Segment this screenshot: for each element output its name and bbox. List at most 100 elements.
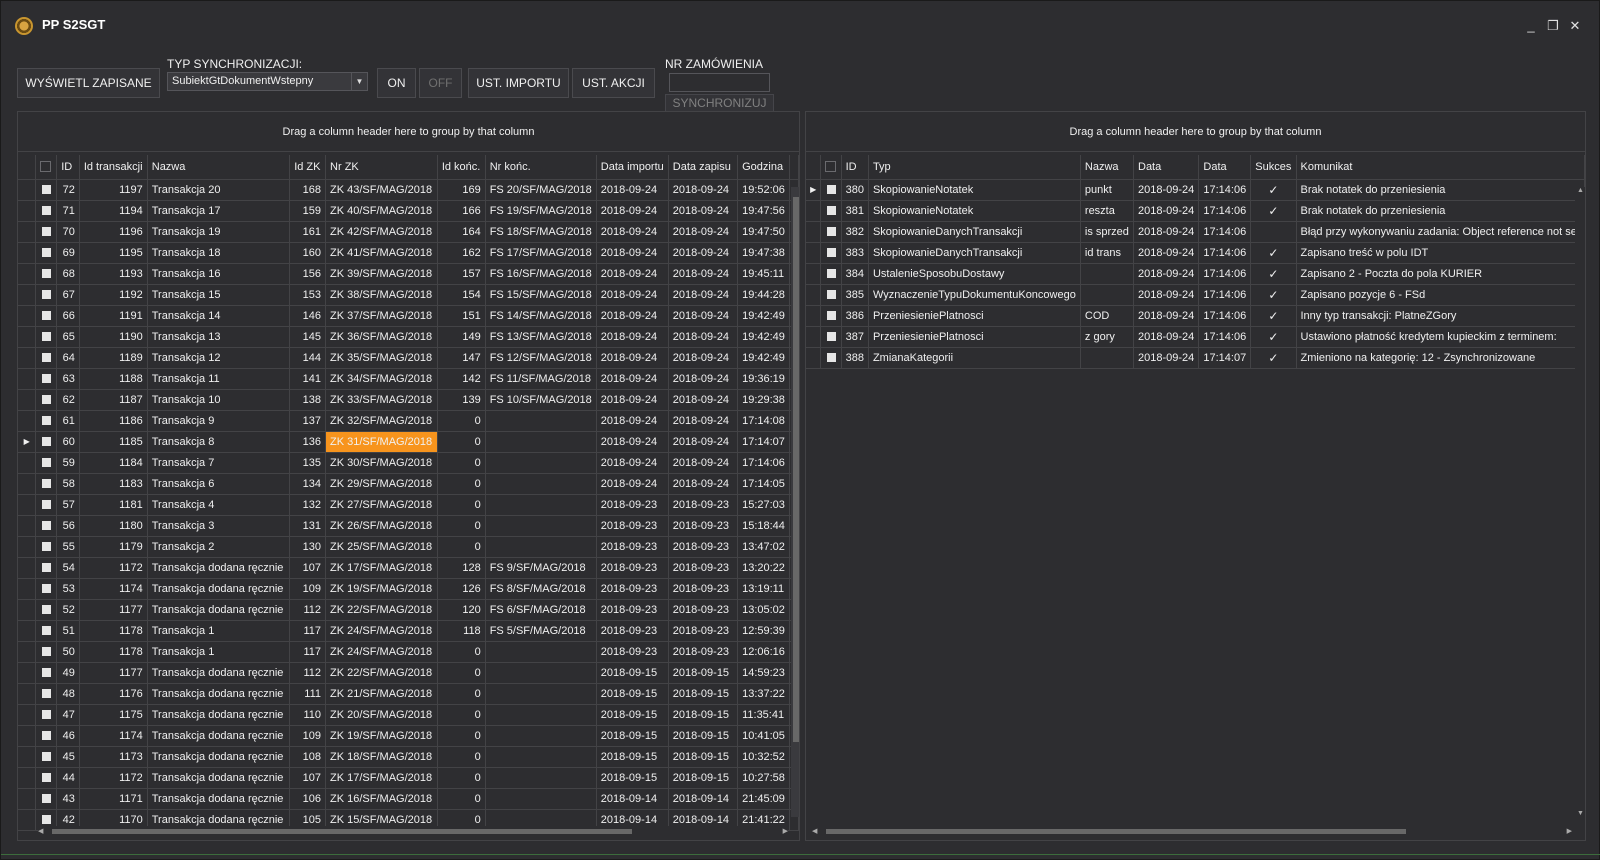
table-row[interactable]: 58 1183 Transakcja 6 134 ZK 29/SF/MAG/2018 0 2… [18, 473, 799, 495]
row-checkbox[interactable] [35, 641, 58, 663]
table-row[interactable]: 388 ZmianaKategorii 2018-09-24 17:14:07 ✓ Zmi… [806, 347, 1585, 369]
column-header[interactable]: Id ZK [289, 155, 327, 180]
row-checkbox[interactable] [35, 725, 58, 747]
scroll-left-icon[interactable]: ◀ [812, 827, 817, 835]
row-checkbox[interactable] [35, 536, 58, 558]
title-bar[interactable]: PP S2SGT _ ❐ ✕ [1, 1, 1599, 51]
table-row[interactable]: ▶ 60 1185 Transakcja 8 136 ZK 31/SF/MAG/2018 0… [18, 431, 799, 453]
row-checkbox[interactable] [820, 221, 842, 243]
row-checkbox[interactable] [35, 221, 58, 243]
row-checkbox[interactable] [35, 473, 58, 495]
table-row[interactable]: 385 WyznaczenieTypuDokumentuKoncowego 2018… [806, 284, 1585, 306]
row-checkbox[interactable] [35, 704, 58, 726]
table-row[interactable]: 51 1178 Transakcja 1 117 ZK 24/SF/MAG/2018 11… [18, 620, 799, 642]
order-no-input[interactable] [669, 73, 770, 92]
row-checkbox[interactable] [35, 179, 58, 201]
minimize-icon[interactable]: _ [1523, 19, 1539, 33]
scrollbar-thumb[interactable] [52, 829, 632, 834]
row-checkbox[interactable] [820, 284, 842, 306]
row-checkbox[interactable] [35, 683, 58, 705]
chevron-down-icon[interactable]: ▼ [351, 73, 367, 90]
table-row[interactable]: 387 PrzeniesieniePlatnosci z gory 2018-09-2… [806, 326, 1585, 348]
row-checkbox[interactable] [35, 515, 58, 537]
group-by-panel[interactable]: Drag a column header here to group by th… [806, 112, 1585, 152]
row-checkbox[interactable] [35, 557, 58, 579]
column-header[interactable]: Nr końc. [485, 155, 597, 180]
table-row[interactable]: 71 1194 Transakcja 17 159 ZK 40/SF/MAG/2018 1… [18, 200, 799, 222]
sync-log-horizontal-scrollbar[interactable]: ◀ ▶ [812, 826, 1572, 836]
row-checkbox[interactable] [35, 431, 58, 453]
action-settings-button[interactable]: UST. AKCJI [572, 68, 655, 98]
row-checkbox[interactable] [820, 326, 842, 348]
transactions-horizontal-scrollbar[interactable]: ◀ ▶ [38, 826, 788, 836]
table-row[interactable]: 47 1175 Transakcja dodana ręcznie 110 ZK 20/… [18, 704, 799, 726]
close-icon[interactable]: ✕ [1567, 19, 1583, 33]
scroll-up-icon[interactable]: ▲ [1577, 187, 1584, 194]
table-row[interactable]: 68 1193 Transakcja 16 156 ZK 39/SF/MAG/2018 1… [18, 263, 799, 285]
row-checkbox[interactable] [820, 305, 842, 327]
row-checkbox[interactable] [35, 494, 58, 516]
off-button[interactable]: OFF [419, 68, 462, 98]
row-checkbox[interactable] [35, 263, 58, 285]
row-checkbox[interactable] [35, 662, 58, 684]
row-checkbox[interactable] [35, 620, 58, 642]
row-checkbox[interactable] [820, 200, 842, 222]
column-header[interactable]: Godzina [737, 155, 790, 180]
select-all-checkbox[interactable] [820, 155, 842, 180]
column-header[interactable]: ID [841, 155, 869, 180]
column-header[interactable]: Nr ZK [325, 155, 438, 180]
row-checkbox[interactable] [35, 767, 58, 789]
table-row[interactable]: 44 1172 Transakcja dodana ręcznie 107 ZK 17/… [18, 767, 799, 789]
table-row[interactable]: 55 1179 Transakcja 2 130 ZK 25/SF/MAG/2018 0 2… [18, 536, 799, 558]
table-row[interactable]: 50 1178 Transakcja 1 117 ZK 24/SF/MAG/2018 0 2… [18, 641, 799, 663]
table-row[interactable]: 65 1190 Transakcja 13 145 ZK 36/SF/MAG/2018 1… [18, 326, 799, 348]
column-header[interactable]: Sukces [1250, 155, 1297, 180]
column-header[interactable]: Data [1198, 155, 1252, 180]
table-row[interactable]: 62 1187 Transakcja 10 138 ZK 33/SF/MAG/2018 1… [18, 389, 799, 411]
row-checkbox[interactable] [35, 347, 58, 369]
on-button[interactable]: ON [377, 68, 416, 98]
table-row[interactable]: 57 1181 Transakcja 4 132 ZK 27/SF/MAG/2018 0 2… [18, 494, 799, 516]
column-header[interactable]: Data importu [596, 155, 669, 180]
column-header[interactable]: Nazwa [147, 155, 291, 180]
scroll-right-icon[interactable]: ▶ [783, 827, 788, 835]
row-checkbox[interactable] [35, 368, 58, 390]
table-row[interactable]: 386 PrzeniesieniePlatnosci COD 2018-09-24 17… [806, 305, 1585, 327]
scroll-left-icon[interactable]: ◀ [38, 827, 43, 835]
column-header[interactable]: Id transakcji [79, 155, 148, 180]
show-saved-button[interactable]: WYŚWIETL ZAPISANE [17, 68, 160, 98]
row-checkbox[interactable] [35, 746, 58, 768]
import-settings-button[interactable]: UST. IMPORTU [468, 68, 569, 98]
table-row[interactable]: 45 1173 Transakcja dodana ręcznie 108 ZK 18/… [18, 746, 799, 768]
table-row[interactable]: 54 1172 Transakcja dodana ręcznie 107 ZK 17/… [18, 557, 799, 579]
table-row[interactable]: 63 1188 Transakcja 11 141 ZK 34/SF/MAG/2018 1… [18, 368, 799, 390]
column-header[interactable]: Data [1133, 155, 1200, 180]
row-checkbox[interactable] [35, 788, 58, 810]
sync-log-vertical-scrollbar[interactable]: ▲ ▼ [1575, 187, 1585, 817]
table-row[interactable]: 381 SkopiowanieNotatek reszta 2018-09-24 17:… [806, 200, 1585, 222]
scrollbar-thumb[interactable] [793, 197, 799, 742]
row-checkbox[interactable] [35, 599, 58, 621]
row-checkbox[interactable] [820, 242, 842, 264]
row-checkbox[interactable] [35, 389, 58, 411]
row-checkbox[interactable] [35, 326, 58, 348]
table-row[interactable]: ▶ 380 SkopiowanieNotatek punkt 2018-09-24 17:… [806, 179, 1585, 201]
table-row[interactable]: 382 SkopiowanieDanychTransakcji is sprzed 2… [806, 221, 1585, 243]
sync-type-select[interactable]: SubiektGtDokumentWstepny ▼ [167, 72, 368, 91]
row-checkbox[interactable] [35, 305, 58, 327]
row-checkbox[interactable] [820, 263, 842, 285]
table-row[interactable]: 46 1174 Transakcja dodana ręcznie 109 ZK 19/… [18, 725, 799, 747]
table-row[interactable]: 72 1197 Transakcja 20 168 ZK 43/SF/MAG/2018 1… [18, 179, 799, 201]
scroll-down-icon[interactable]: ▼ [1577, 810, 1584, 817]
table-row[interactable]: 49 1177 Transakcja dodana ręcznie 112 ZK 22/… [18, 662, 799, 684]
table-row[interactable]: 384 UstalenieSposobuDostawy 2018-09-24 17:1… [806, 263, 1585, 285]
table-row[interactable]: 52 1177 Transakcja dodana ręcznie 112 ZK 22/… [18, 599, 799, 621]
scrollbar-thumb[interactable] [826, 829, 1406, 834]
column-header[interactable]: Komunikat [1296, 155, 1585, 180]
table-row[interactable]: 69 1195 Transakcja 18 160 ZK 41/SF/MAG/2018 1… [18, 242, 799, 264]
row-checkbox[interactable] [820, 179, 842, 201]
restore-icon[interactable]: ❐ [1545, 19, 1561, 33]
row-checkbox[interactable] [35, 242, 58, 264]
column-header[interactable]: Data zapisu [668, 155, 739, 180]
column-header[interactable]: Nazwa [1080, 155, 1135, 180]
